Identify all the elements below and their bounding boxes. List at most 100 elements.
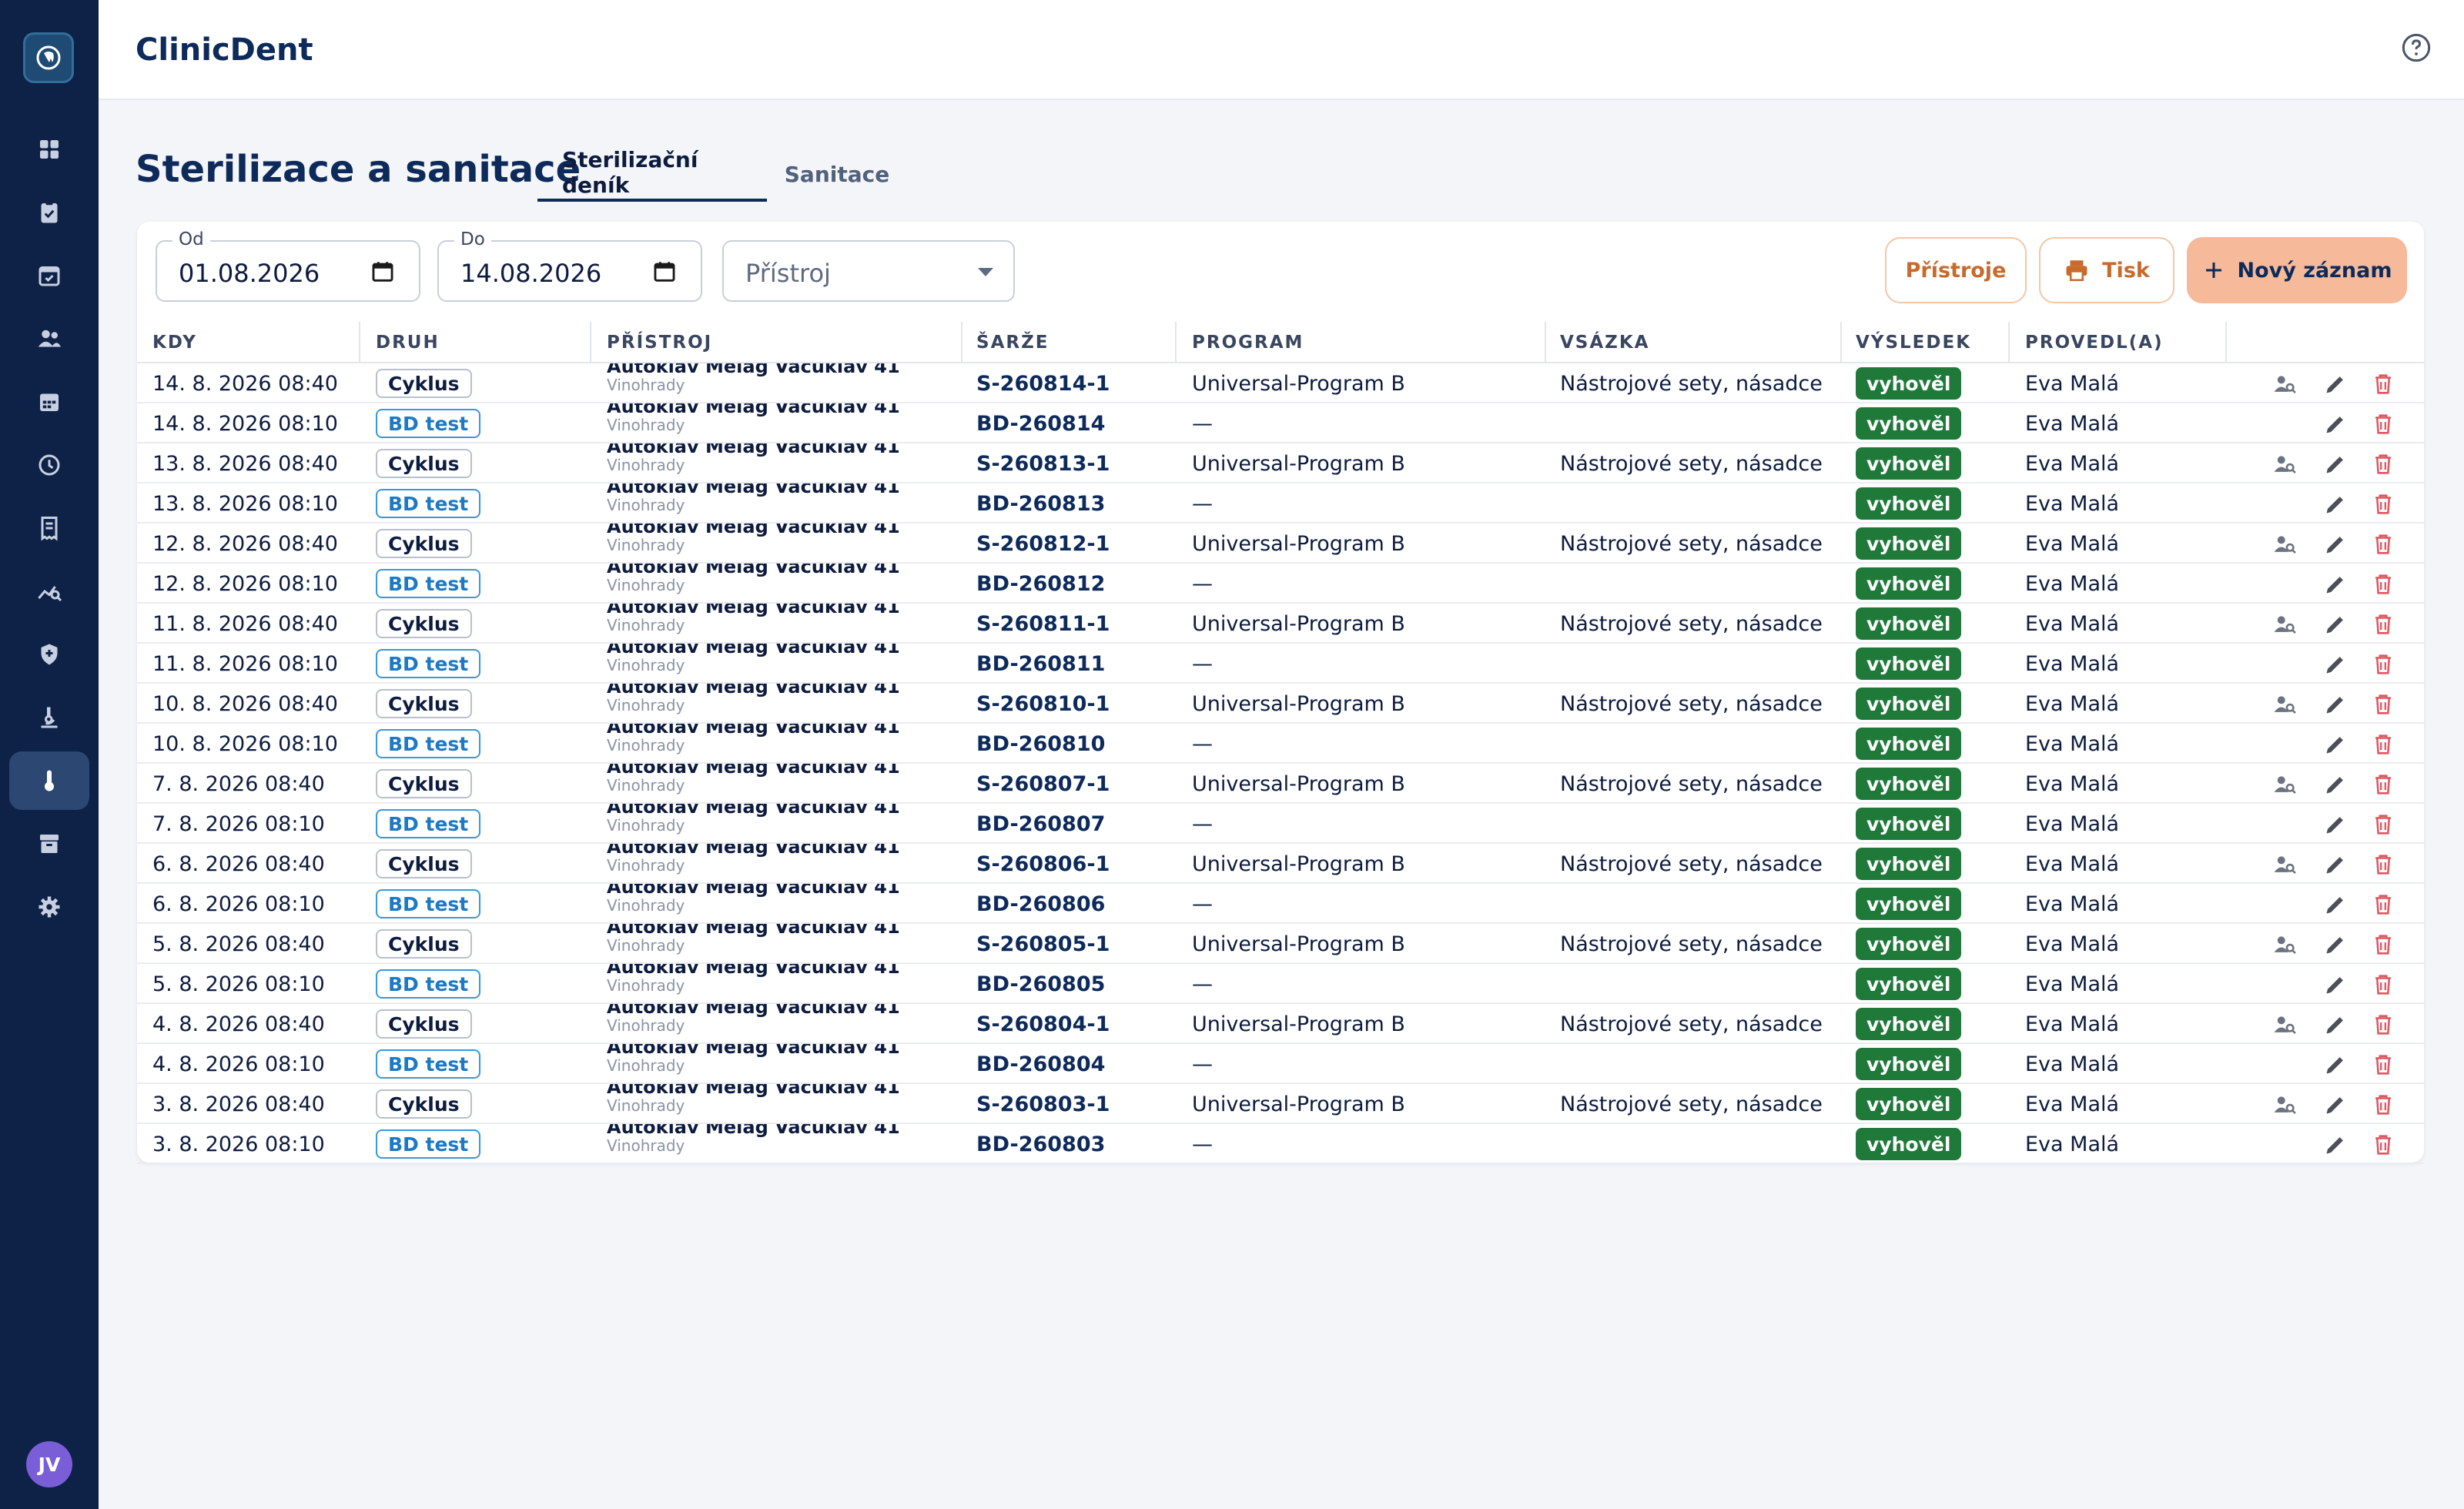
edit-icon[interactable] xyxy=(2322,811,2348,838)
new-record-button[interactable]: Nový záznam xyxy=(2187,237,2407,303)
table-row[interactable]: 3. 8. 2026 08:10 BD test Autokláv Melag Va… xyxy=(137,1124,2424,1164)
delete-icon[interactable] xyxy=(2370,972,2396,998)
edit-icon[interactable] xyxy=(2322,571,2348,597)
help-icon[interactable] xyxy=(2401,32,2432,63)
edit-icon[interactable] xyxy=(2322,972,2348,998)
table-row[interactable]: 13. 8. 2026 08:10 BD test Autokláv Melag V… xyxy=(137,483,2424,524)
table-row[interactable]: 10. 8. 2026 08:40 Cyklus Autokláv Melag Va… xyxy=(137,684,2424,724)
devices-button[interactable]: Přístroje xyxy=(1885,237,2027,303)
person-search-icon[interactable] xyxy=(2272,771,2298,798)
edit-icon[interactable] xyxy=(2322,1132,2348,1158)
column-header-type[interactable]: DRUH xyxy=(376,322,440,363)
edit-icon[interactable] xyxy=(2322,892,2348,918)
delete-icon[interactable] xyxy=(2370,651,2396,678)
delete-icon[interactable] xyxy=(2370,371,2396,397)
calendar-icon[interactable] xyxy=(9,373,89,431)
delete-icon[interactable] xyxy=(2370,571,2396,597)
column-header-performed-by[interactable]: PROVEDL(A) xyxy=(2025,322,2164,363)
edit-icon[interactable] xyxy=(2322,1092,2348,1118)
delete-icon[interactable] xyxy=(2370,932,2396,958)
edit-icon[interactable] xyxy=(2322,371,2348,397)
person-search-icon[interactable] xyxy=(2272,531,2298,557)
table-row[interactable]: 14. 8. 2026 08:40 Cyklus Autokláv Melag Va… xyxy=(137,363,2424,403)
tab-sanitation[interactable]: Sanitace xyxy=(770,146,904,202)
table-row[interactable]: 12. 8. 2026 08:40 Cyklus Autokláv Melag Va… xyxy=(137,524,2424,564)
table-row[interactable]: 5. 8. 2026 08:40 Cyklus Autokláv Melag Vac… xyxy=(137,924,2424,964)
delete-icon[interactable] xyxy=(2370,1012,2396,1038)
table-row[interactable]: 7. 8. 2026 08:10 BD test Autokláv Melag Va… xyxy=(137,804,2424,844)
delete-icon[interactable] xyxy=(2370,491,2396,517)
person-search-icon[interactable] xyxy=(2272,371,2298,397)
column-header-device[interactable]: PŘÍSTROJ xyxy=(607,322,712,363)
tooth-icon[interactable] xyxy=(23,32,74,83)
delete-icon[interactable] xyxy=(2370,771,2396,798)
delete-icon[interactable] xyxy=(2370,1132,2396,1158)
people-icon[interactable] xyxy=(9,309,89,368)
delete-icon[interactable] xyxy=(2370,611,2396,637)
calendar-icon[interactable] xyxy=(651,259,678,285)
person-search-icon[interactable] xyxy=(2272,611,2298,637)
print-button[interactable]: Tisk xyxy=(2039,237,2174,303)
edit-icon[interactable] xyxy=(2322,491,2348,517)
clipboard-check-icon[interactable] xyxy=(9,183,89,242)
device-select[interactable]: Přístroj xyxy=(722,240,1015,302)
gear-icon[interactable] xyxy=(9,878,89,936)
receipt-icon[interactable] xyxy=(9,499,89,557)
analytics-icon[interactable] xyxy=(9,562,89,621)
edit-icon[interactable] xyxy=(2322,1052,2348,1078)
edit-icon[interactable] xyxy=(2322,1012,2348,1038)
delete-icon[interactable] xyxy=(2370,411,2396,437)
column-header-batch[interactable]: ŠARŽE xyxy=(976,322,1049,363)
delete-icon[interactable] xyxy=(2370,691,2396,718)
edit-icon[interactable] xyxy=(2322,771,2348,798)
calendar-check-icon[interactable] xyxy=(9,246,89,305)
table-row[interactable]: 11. 8. 2026 08:40 Cyklus Autokláv Melag Va… xyxy=(137,604,2424,644)
table-row[interactable]: 6. 8. 2026 08:10 BD test Autokláv Melag Va… xyxy=(137,884,2424,924)
column-header-program[interactable]: PROGRAM xyxy=(1192,322,1304,363)
person-search-icon[interactable] xyxy=(2272,852,2298,878)
table-row[interactable]: 6. 8. 2026 08:40 Cyklus Autokláv Melag Vac… xyxy=(137,844,2424,884)
shield-icon[interactable] xyxy=(9,625,89,684)
clock-icon[interactable] xyxy=(9,436,89,494)
delete-icon[interactable] xyxy=(2370,1092,2396,1118)
tab-sterilization-log[interactable]: Sterilizační deník xyxy=(537,146,767,202)
table-row[interactable]: 13. 8. 2026 08:40 Cyklus Autokláv Melag Va… xyxy=(137,443,2424,483)
calendar-icon[interactable] xyxy=(370,259,396,285)
person-search-icon[interactable] xyxy=(2272,691,2298,718)
edit-icon[interactable] xyxy=(2322,691,2348,718)
table-row[interactable]: 3. 8. 2026 08:40 Cyklus Autokláv Melag Vac… xyxy=(137,1084,2424,1124)
table-row[interactable]: 4. 8. 2026 08:40 Cyklus Autokláv Melag Vac… xyxy=(137,1004,2424,1044)
date-from-field[interactable]: Od 01.08.2026 xyxy=(156,229,420,302)
delete-icon[interactable] xyxy=(2370,1052,2396,1078)
person-search-icon[interactable] xyxy=(2272,1092,2298,1118)
table-row[interactable]: 4. 8. 2026 08:10 BD test Autokláv Melag Va… xyxy=(137,1044,2424,1084)
table-row[interactable]: 12. 8. 2026 08:10 BD test Autokláv Melag V… xyxy=(137,564,2424,604)
delete-icon[interactable] xyxy=(2370,892,2396,918)
person-search-icon[interactable] xyxy=(2272,451,2298,477)
person-search-icon[interactable] xyxy=(2272,932,2298,958)
delete-icon[interactable] xyxy=(2370,531,2396,557)
table-row[interactable]: 5. 8. 2026 08:10 BD test Autokláv Melag Va… xyxy=(137,964,2424,1004)
archive-icon[interactable] xyxy=(9,815,89,873)
table-row[interactable]: 14. 8. 2026 08:10 BD test Autokláv Melag V… xyxy=(137,403,2424,443)
avatar[interactable]: JV xyxy=(26,1441,72,1487)
edit-icon[interactable] xyxy=(2322,731,2348,758)
column-header-load[interactable]: VSÁZKA xyxy=(1560,322,1649,363)
microscope-icon[interactable] xyxy=(9,688,89,747)
table-row[interactable]: 7. 8. 2026 08:40 Cyklus Autokláv Melag Vac… xyxy=(137,764,2424,804)
edit-icon[interactable] xyxy=(2322,611,2348,637)
edit-icon[interactable] xyxy=(2322,451,2348,477)
date-to-field[interactable]: Do 14.08.2026 xyxy=(437,229,702,302)
edit-icon[interactable] xyxy=(2322,852,2348,878)
delete-icon[interactable] xyxy=(2370,852,2396,878)
delete-icon[interactable] xyxy=(2370,811,2396,838)
edit-icon[interactable] xyxy=(2322,651,2348,678)
table-row[interactable]: 11. 8. 2026 08:10 BD test Autokláv Melag V… xyxy=(137,644,2424,684)
table-row[interactable]: 10. 8. 2026 08:10 BD test Autokláv Melag V… xyxy=(137,724,2424,764)
dashboard-icon[interactable] xyxy=(9,120,89,179)
column-header-when[interactable]: KDY xyxy=(152,322,197,363)
delete-icon[interactable] xyxy=(2370,731,2396,758)
edit-icon[interactable] xyxy=(2322,411,2348,437)
edit-icon[interactable] xyxy=(2322,932,2348,958)
edit-icon[interactable] xyxy=(2322,531,2348,557)
